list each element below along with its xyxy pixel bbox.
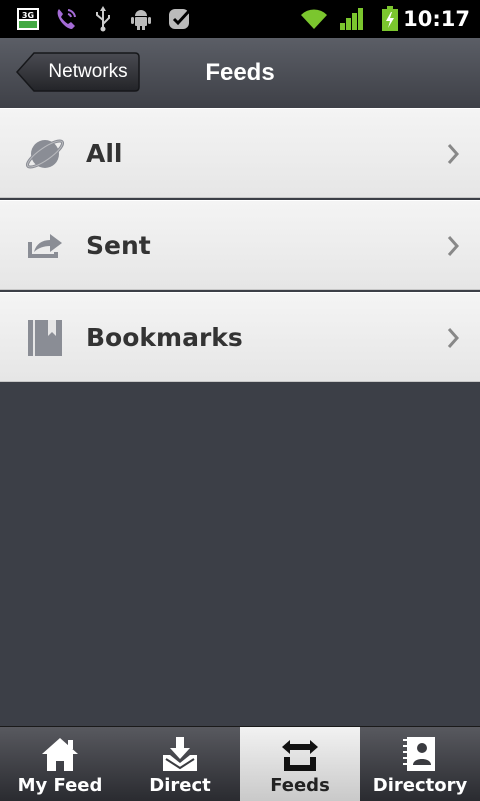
feed-item-sent[interactable]: Sent xyxy=(0,200,480,290)
contact-book-icon xyxy=(403,737,435,771)
networks-back-button[interactable]: Networks xyxy=(16,52,140,92)
header-bar: Networks Feeds xyxy=(0,38,480,109)
feed-item-label: All xyxy=(86,139,123,168)
feeds-arrows-icon xyxy=(282,740,318,771)
chevron-right-icon xyxy=(447,328,460,348)
feed-item-label: Bookmarks xyxy=(86,323,243,352)
feed-item-bookmarks[interactable]: Bookmarks xyxy=(0,292,480,382)
battery-charging-icon xyxy=(380,6,400,32)
tab-my-feed[interactable]: My Feed xyxy=(0,727,120,801)
page-title: Feeds xyxy=(205,59,275,86)
feeds-list: All Sent Bookmarks xyxy=(0,108,480,384)
checkbox-icon xyxy=(166,6,194,32)
feed-item-all[interactable]: All xyxy=(0,108,480,198)
feed-item-label: Sent xyxy=(86,231,151,260)
tab-direct[interactable]: Direct xyxy=(120,727,240,801)
home-icon xyxy=(42,738,78,771)
status-bar: 3G 10:17 xyxy=(0,0,480,38)
tab-label: Directory xyxy=(372,775,468,796)
tab-feeds[interactable]: Feeds xyxy=(240,727,360,801)
chevron-right-icon xyxy=(447,236,460,256)
android-debug-icon xyxy=(128,6,154,32)
tab-directory[interactable]: Directory xyxy=(360,727,480,801)
wifi-icon xyxy=(298,6,330,32)
inbox-download-icon xyxy=(163,737,197,771)
usb-icon xyxy=(92,6,114,32)
tab-label: Direct xyxy=(149,775,211,796)
viber-phone-icon xyxy=(52,6,80,32)
share-arrow-icon xyxy=(28,234,62,258)
3g-icon: 3G xyxy=(16,6,40,32)
bottom-tab-bar: My Feed Direct Feeds Directory xyxy=(0,726,480,801)
tab-label: Feeds xyxy=(270,775,330,796)
chevron-right-icon xyxy=(447,144,460,164)
svg-text:3G: 3G xyxy=(22,11,34,20)
back-button-label: Networks xyxy=(48,61,128,82)
planet-icon xyxy=(25,139,65,169)
bookmark-icon xyxy=(28,320,62,356)
tab-label: My Feed xyxy=(17,775,103,796)
signal-icon xyxy=(338,6,366,32)
status-time: 10:17 xyxy=(403,7,470,31)
